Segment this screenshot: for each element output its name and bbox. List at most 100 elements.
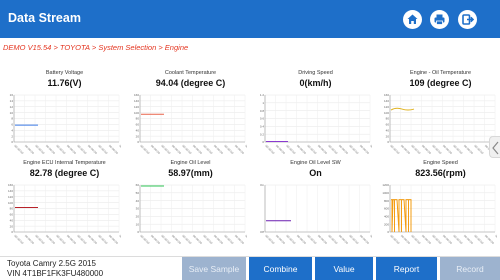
x-tick-label: 00:00:00 bbox=[494, 234, 497, 245]
x-tick-label: 00:00:00 bbox=[306, 144, 317, 155]
title-bar: Data Stream bbox=[0, 0, 500, 38]
print-button[interactable] bbox=[430, 10, 449, 29]
y-tick-label: 200 bbox=[384, 222, 389, 226]
y-tick-label: 10 bbox=[136, 222, 140, 226]
y-tick-label: 60 bbox=[386, 123, 390, 127]
parameter-value: 823.56(rpm) bbox=[415, 168, 466, 178]
data-stream-card[interactable]: Engine Oil Level SW On On Off 00:00:00 00:00:… bbox=[254, 160, 377, 256]
data-stream-card[interactable]: Coolant Temperature 94.04 (degree C) 160 14… bbox=[129, 70, 252, 166]
x-tick-label: 00:00:00 bbox=[139, 234, 150, 245]
data-stream-card[interactable]: Driving Speed 0(km/h) 1.2 1 0.8 0.6 0.4 0.2 0 00:… bbox=[254, 70, 377, 166]
x-tick-label: 00:00:00 bbox=[223, 144, 234, 155]
mini-graph: 16014012010080604020000:00:00 00:00:00 00:… bbox=[8, 183, 121, 245]
printer-icon bbox=[434, 14, 445, 25]
vehicle-vin: VIN 4T1BF1FK3FU480000 bbox=[7, 269, 104, 278]
parameter-value: 82.78 (degree C) bbox=[29, 168, 100, 178]
x-tick-label: 00:00:00 bbox=[181, 234, 192, 245]
x-tick-label: 00:00:00 bbox=[171, 144, 182, 155]
mini-graph: 16014012010080604020000:00:00 00:00:00 00:… bbox=[134, 93, 247, 155]
y-tick-label: 0.2 bbox=[260, 132, 265, 136]
y-tick-label: 0 bbox=[137, 140, 139, 144]
y-tick-label: 2 bbox=[11, 134, 13, 138]
y-tick-label: 0 bbox=[387, 140, 389, 144]
x-tick-label: 00:00:00 bbox=[181, 144, 192, 155]
y-tick-label: 160 bbox=[384, 93, 389, 97]
y-tick-label: 120 bbox=[8, 195, 13, 199]
x-tick-label: 00:00:00 bbox=[285, 234, 296, 245]
x-tick-label: 00:00:00 bbox=[463, 234, 474, 245]
x-tick-label: 00:00:00 bbox=[338, 234, 349, 245]
x-tick-label: 00:00:00 bbox=[160, 144, 171, 155]
x-tick-label: 00:00:00 bbox=[45, 144, 56, 155]
y-tick-label: 14 bbox=[10, 99, 14, 103]
x-tick-label: 00:00:00 bbox=[118, 144, 121, 155]
data-stream-card[interactable]: Engine Oil Level 58.97(mm) 60 50 40 30 20 10 0 00… bbox=[129, 160, 252, 256]
data-stream-card[interactable]: Battery Voltage 11.76(V) 16 14 12 10 8 6 4 2 0 00:0… bbox=[3, 70, 126, 166]
x-tick-label: 00:00:00 bbox=[442, 144, 453, 155]
y-tick-label: 0.8 bbox=[260, 109, 265, 113]
y-tick-label: 80 bbox=[10, 207, 14, 211]
report-button[interactable]: Report bbox=[376, 257, 437, 280]
data-stream-card[interactable]: Engine - Oil Temperature 109 (degree C) 16… bbox=[379, 70, 500, 166]
x-tick-label: 00:00:00 bbox=[87, 144, 98, 155]
x-tick-label: 00:00:00 bbox=[348, 234, 359, 245]
y-tick-label: 6 bbox=[11, 123, 13, 127]
parameter-name: Driving Speed bbox=[298, 70, 333, 76]
x-tick-label: 00:00:00 bbox=[275, 144, 286, 155]
x-tick-label: 00:00:00 bbox=[150, 144, 161, 155]
combine-button[interactable]: Combine bbox=[249, 257, 312, 280]
x-tick-label: 00:00:00 bbox=[359, 234, 370, 245]
x-tick-label: 00:00:00 bbox=[431, 234, 442, 245]
x-tick-label: 00:00:00 bbox=[150, 234, 161, 245]
parameter-value: 11.76(V) bbox=[47, 78, 82, 88]
x-tick-label: 00:00:00 bbox=[285, 144, 296, 155]
x-tick-label: 00:00:00 bbox=[24, 234, 35, 245]
data-stream-card[interactable]: Engine Speed 823.56(rpm) 1200 1000 800 600 400… bbox=[379, 160, 500, 256]
y-tick-label: 1 bbox=[262, 101, 264, 105]
y-tick-label: 50 bbox=[136, 191, 140, 195]
x-tick-label: 00:00:00 bbox=[463, 144, 474, 155]
y-tick-label: 20 bbox=[136, 215, 140, 219]
y-tick-label: 60 bbox=[136, 183, 140, 187]
page-title: Data Stream bbox=[8, 11, 81, 25]
parameter-name: Engine Oil Level SW bbox=[290, 160, 341, 166]
exit-button[interactable] bbox=[458, 10, 477, 29]
x-tick-label: 00:00:00 bbox=[473, 234, 484, 245]
x-tick-label: 00:00:00 bbox=[213, 144, 224, 155]
y-tick-label: Off bbox=[260, 230, 264, 234]
value-button[interactable]: Value bbox=[315, 257, 373, 280]
x-tick-label: 00:00:00 bbox=[431, 144, 442, 155]
x-tick-label: 00:00:00 bbox=[317, 234, 328, 245]
y-tick-label: 20 bbox=[386, 134, 390, 138]
x-tick-label: 00:00:00 bbox=[97, 234, 108, 245]
record-button[interactable]: Record bbox=[440, 257, 500, 280]
x-tick-label: 00:00:00 bbox=[45, 234, 56, 245]
save-sample-button[interactable]: Save Sample bbox=[182, 257, 246, 280]
x-tick-label: 00:00:00 bbox=[275, 234, 286, 245]
x-tick-label: 00:00:00 bbox=[348, 144, 359, 155]
parameter-name: Coolant Temperature bbox=[164, 70, 217, 76]
x-tick-label: 00:00:00 bbox=[118, 234, 121, 245]
x-tick-label: 00:00:00 bbox=[76, 234, 87, 245]
x-tick-label: 00:00:00 bbox=[223, 234, 234, 245]
x-tick-label: 00:00:00 bbox=[66, 144, 77, 155]
x-tick-label: 00:00:00 bbox=[76, 144, 87, 155]
y-tick-label: 160 bbox=[134, 93, 139, 97]
y-tick-label: 80 bbox=[136, 117, 140, 121]
x-tick-label: 00:00:00 bbox=[13, 234, 24, 245]
y-tick-label: 100 bbox=[8, 201, 13, 205]
x-tick-label: 00:00:00 bbox=[264, 144, 275, 155]
y-tick-label: 600 bbox=[384, 207, 389, 211]
x-tick-label: 00:00:00 bbox=[442, 234, 453, 245]
y-tick-label: 60 bbox=[136, 123, 140, 127]
data-stream-card[interactable]: Engine ECU Internal Temperature 82.78 (de… bbox=[3, 160, 126, 256]
x-tick-label: 00:00:00 bbox=[139, 144, 150, 155]
home-button[interactable] bbox=[403, 10, 422, 29]
y-tick-label: 0.4 bbox=[260, 125, 265, 129]
side-panel-toggle[interactable] bbox=[489, 136, 500, 158]
chevron-left-icon bbox=[492, 141, 499, 155]
y-tick-label: 0.6 bbox=[260, 117, 265, 121]
y-tick-label: 8 bbox=[11, 117, 13, 121]
x-tick-label: 00:00:00 bbox=[484, 234, 495, 245]
y-tick-label: 140 bbox=[134, 99, 139, 103]
